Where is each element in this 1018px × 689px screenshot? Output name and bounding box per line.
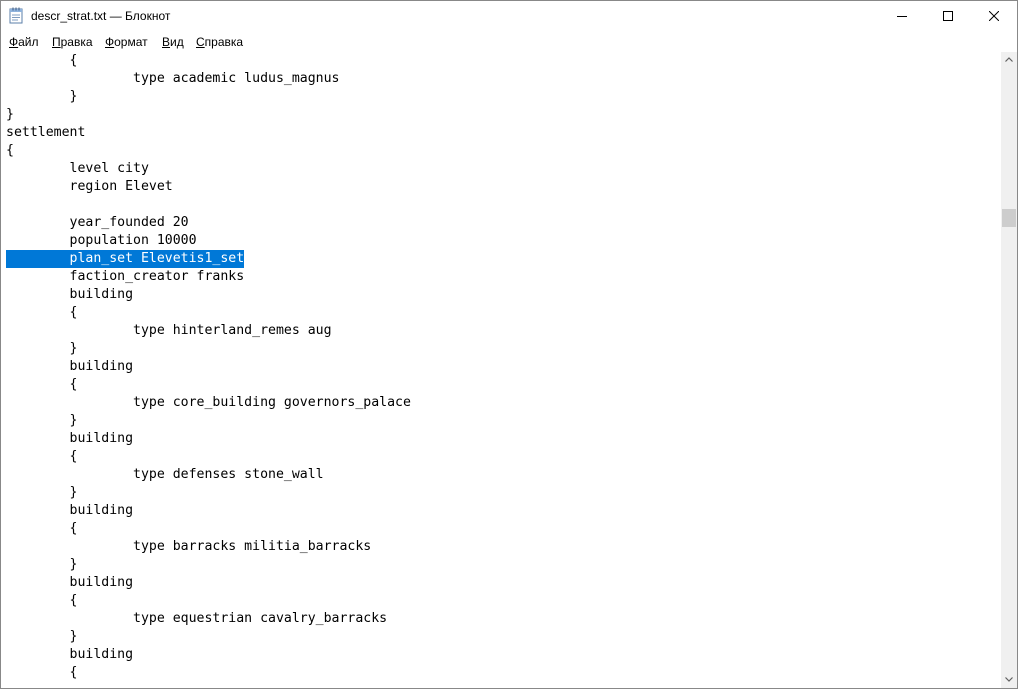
maximize-button[interactable]: [925, 1, 971, 31]
text-line[interactable]: {: [6, 376, 78, 394]
text-line[interactable]: type academic ludus_magnus: [6, 70, 339, 88]
vertical-scrollbar[interactable]: [1001, 52, 1017, 688]
menu-help-label: правка: [204, 35, 244, 49]
text-line[interactable]: }: [6, 340, 78, 358]
text-line[interactable]: }: [6, 412, 78, 430]
text-line[interactable]: type equestrian cavalry_barracks: [6, 610, 387, 628]
menu-format-label: ормат: [114, 35, 148, 49]
text-line[interactable]: population 10000: [6, 232, 197, 250]
text-editor[interactable]: { type academic ludus_magnus }} settlemen…: [1, 52, 1001, 688]
text-line[interactable]: building: [6, 646, 134, 664]
menu-edit-label: равка: [60, 35, 93, 49]
text-line[interactable]: {: [6, 142, 14, 160]
title-bar[interactable]: descr_strat.txt — Блокнот: [1, 1, 1017, 31]
selected-text-line[interactable]: plan_set Elevetis1_set: [6, 250, 245, 268]
notepad-icon[interactable]: [9, 7, 23, 24]
text-line[interactable]: {: [6, 592, 78, 610]
maximize-icon: [943, 11, 953, 21]
chevron-up-icon: [1005, 57, 1013, 62]
text-line[interactable]: settlement: [6, 124, 85, 142]
text-line[interactable]: type core_building governors_palace: [6, 394, 411, 412]
menu-edit[interactable]: Правка: [52, 35, 93, 49]
text-line[interactable]: }: [6, 88, 78, 106]
text-line[interactable]: {: [6, 664, 78, 682]
text-line[interactable]: building: [6, 430, 134, 448]
text-line[interactable]: {: [6, 520, 78, 538]
text-line[interactable]: building: [6, 358, 134, 376]
menu-format-accel: Ф: [105, 35, 115, 49]
text-line[interactable]: {: [6, 52, 78, 70]
scroll-down-button[interactable]: [1001, 672, 1017, 688]
text-line[interactable]: {: [6, 448, 78, 466]
text-line[interactable]: {: [6, 304, 78, 322]
text-line[interactable]: building: [6, 286, 134, 304]
menu-view-accel: В: [162, 35, 171, 49]
text-line[interactable]: }: [6, 628, 78, 646]
minimize-icon: [897, 16, 907, 17]
menu-edit-accel: П: [52, 35, 61, 49]
menu-file[interactable]: Файл: [9, 35, 39, 49]
text-line[interactable]: type defenses stone_wall: [6, 466, 324, 484]
menu-format[interactable]: Формат: [105, 35, 148, 49]
text-line[interactable]: level city: [6, 160, 149, 178]
text-line[interactable]: type hinterland_remes aug: [6, 322, 332, 340]
close-icon: [989, 11, 999, 21]
scroll-up-button[interactable]: [1001, 52, 1017, 68]
window-title: descr_strat.txt — Блокнот: [31, 9, 171, 23]
menu-file-label: айл: [18, 35, 39, 49]
close-button[interactable]: [971, 1, 1017, 31]
menu-view[interactable]: Вид: [162, 35, 184, 49]
text-line[interactable]: }: [6, 556, 78, 574]
text-line[interactable]: }: [6, 484, 78, 502]
notepad-window: descr_strat.txt — Блокнот Файл Правка Фо…: [0, 0, 1018, 689]
text-line[interactable]: }: [6, 106, 14, 124]
menu-view-label: ид: [170, 35, 184, 49]
text-line[interactable]: building: [6, 502, 134, 520]
text-line[interactable]: building: [6, 574, 134, 592]
text-line[interactable]: faction_creator franks: [6, 268, 245, 286]
text-line[interactable]: year_founded 20: [6, 214, 189, 232]
chevron-down-icon: [1005, 677, 1013, 682]
menu-bar: Файл Правка Формат Вид Справка: [1, 32, 1017, 52]
menu-help-accel: С: [196, 35, 205, 49]
scroll-thumb[interactable]: [1002, 209, 1016, 227]
text-line[interactable]: region Elevet: [6, 178, 173, 196]
text-line[interactable]: type barracks militia_barracks: [6, 538, 371, 556]
menu-file-accel: Ф: [9, 35, 19, 49]
menu-help[interactable]: Справка: [196, 35, 243, 49]
minimize-button[interactable]: [879, 1, 925, 31]
